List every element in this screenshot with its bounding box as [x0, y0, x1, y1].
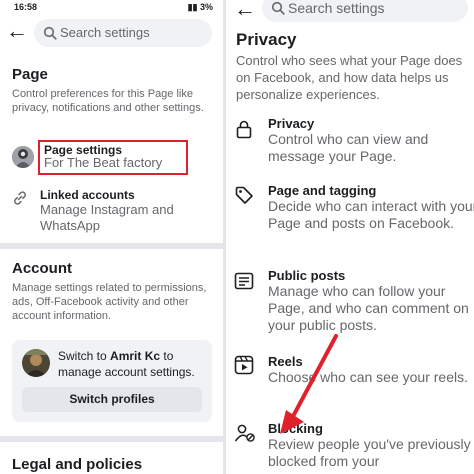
tag-icon	[235, 186, 253, 204]
legal-section-title[interactable]: Legal and policies	[12, 456, 142, 473]
link-icon	[14, 191, 26, 205]
linked-accounts-subtitle[interactable]: Manage Instagram and WhatsApp	[40, 202, 210, 234]
avatar-icon	[12, 146, 34, 168]
search-icon	[43, 26, 57, 40]
page-section-title: Page	[12, 66, 48, 83]
switch-profiles-button[interactable]: Switch profiles	[22, 387, 202, 412]
privacy-section-title: Privacy	[236, 30, 297, 49]
search-icon	[271, 1, 285, 15]
blocking-icon	[234, 424, 255, 442]
blocking-subtitle[interactable]: Review people you've previously blocked …	[268, 436, 474, 470]
back-arrow-icon[interactable]: ←	[234, 0, 256, 20]
status-time: 16:58	[14, 2, 38, 12]
profile-avatar	[22, 349, 50, 377]
status-bar: 16:58 ▮▮ 3%	[0, 0, 223, 16]
public-posts-title[interactable]: Public posts	[268, 268, 345, 283]
right-screen: ← Search settings Privacy Control who se…	[226, 0, 474, 474]
account-section-title: Account	[12, 260, 72, 277]
left-screen: 16:58 ▮▮ 3% ← Search settings Page Contr…	[0, 0, 223, 474]
privacy-section-description: Control who sees what your Page does on …	[236, 53, 463, 102]
linked-accounts-title[interactable]: Linked accounts	[40, 188, 135, 202]
back-arrow-icon[interactable]: ←	[6, 20, 28, 42]
section-divider	[0, 436, 223, 442]
search-placeholder: Search settings	[60, 25, 150, 40]
account-section-description: Manage settings related to permissions, …	[12, 282, 207, 322]
profile-name: Amrit Kc	[110, 349, 161, 363]
search-placeholder: Search settings	[288, 0, 385, 16]
lock-icon	[236, 120, 252, 139]
privacy-item-subtitle[interactable]: Control who can view and message your Pa…	[268, 131, 474, 165]
search-input[interactable]: Search settings	[34, 19, 212, 47]
page-tagging-title[interactable]: Page and tagging	[268, 183, 376, 198]
avatar-icon	[22, 349, 50, 377]
status-battery: ▮▮ 3%	[187, 2, 213, 12]
public-posts-subtitle[interactable]: Manage who can follow your Page, and who…	[268, 283, 474, 334]
reels-icon	[234, 355, 254, 375]
switch-card-text: Switch to Amrit Kc to manage account set…	[58, 349, 195, 379]
page-avatar	[12, 146, 34, 168]
page-section-description: Control preferences for this Page like p…	[12, 88, 204, 114]
privacy-item-title[interactable]: Privacy	[268, 116, 314, 131]
signal-icon: ▮▮	[187, 2, 200, 12]
section-divider	[0, 243, 223, 249]
public-posts-icon	[234, 272, 254, 290]
page-tagging-subtitle[interactable]: Decide who can interact with your Page a…	[268, 198, 474, 232]
annotation-arrow-icon	[280, 334, 338, 434]
page-settings-subtitle[interactable]: For The Beat factory	[44, 155, 162, 171]
search-input[interactable]: Search settings	[262, 0, 468, 22]
switch-profile-card: Switch to Amrit Kc to manage account set…	[12, 340, 212, 422]
